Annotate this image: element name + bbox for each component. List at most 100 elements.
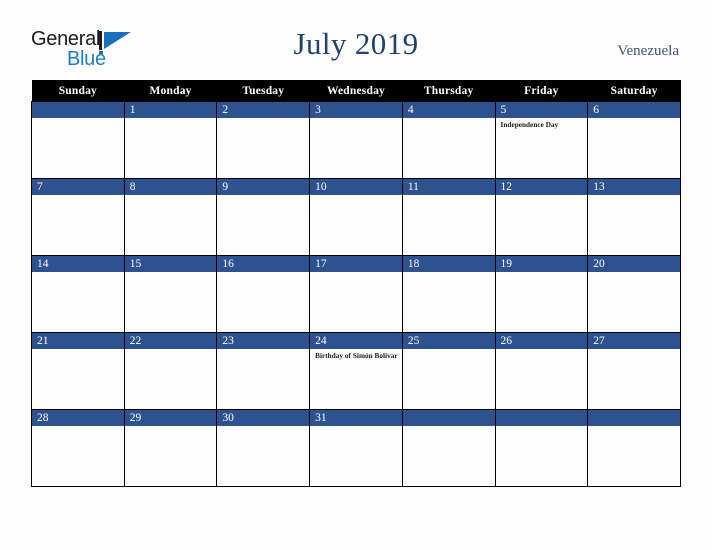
day-cell-content: 26 <box>495 333 588 409</box>
calendar-week-row: 14 15 16 17 18 19 20 <box>31 255 681 333</box>
day-cell-content: 2 <box>217 102 310 178</box>
calendar-day-cell[interactable]: 8 <box>123 178 218 256</box>
holiday-label: Birthday of Simón Bolívar <box>315 352 398 360</box>
calendar-day-cell[interactable]: 14 <box>31 255 125 333</box>
day-number: 10 <box>310 179 402 195</box>
day-number <box>32 102 124 118</box>
day-cell-content: 7 <box>32 179 124 255</box>
calendar-day-cell[interactable]: 9 <box>216 178 311 256</box>
day-number: 26 <box>495 333 588 349</box>
region-label: Venezuela <box>617 43 679 59</box>
day-cell-content: 16 <box>217 256 310 332</box>
calendar-day-cell[interactable]: 5 Independence Day <box>494 101 589 179</box>
holiday-label: Independence Day <box>500 121 559 129</box>
calendar-page: General Blue July 2019 Venezuela Sunday … <box>0 0 712 550</box>
day-number: 15 <box>124 256 217 272</box>
day-cell-content: 15 <box>124 256 217 332</box>
calendar-day-cell[interactable]: 15 <box>123 255 218 333</box>
day-number: 4 <box>402 102 495 118</box>
day-number: 6 <box>588 102 680 118</box>
calendar-empty-cell[interactable] <box>494 409 589 487</box>
day-cell-content: 11 <box>402 179 495 255</box>
calendar-day-cell[interactable]: 6 <box>587 101 681 179</box>
calendar-day-cell[interactable]: 28 <box>31 409 125 487</box>
day-number: 24 <box>310 333 402 349</box>
day-events: Independence Day <box>496 118 588 130</box>
calendar-day-cell[interactable]: 12 <box>494 178 589 256</box>
day-number: 7 <box>32 179 124 195</box>
day-cell-content: 22 <box>124 333 217 409</box>
calendar-day-cell[interactable]: 18 <box>401 255 496 333</box>
day-number: 20 <box>588 256 680 272</box>
day-cell-content: 18 <box>402 256 495 332</box>
day-cell-content: 4 <box>402 102 495 178</box>
weekday-header-monday: Monday <box>124 80 217 102</box>
day-number: 17 <box>310 256 402 272</box>
weekday-header-friday: Friday <box>495 80 588 102</box>
day-number: 31 <box>310 410 402 426</box>
day-cell-content: 28 <box>32 410 124 486</box>
calendar-empty-cell[interactable] <box>587 409 681 487</box>
day-cell-content: 5 Independence Day <box>495 102 588 178</box>
day-number <box>588 410 680 426</box>
page-header: General Blue July 2019 Venezuela <box>0 0 712 80</box>
day-number: 29 <box>124 410 217 426</box>
calendar-day-cell[interactable]: 31 <box>309 409 403 487</box>
day-cell-content: 31 <box>310 410 402 486</box>
calendar-day-cell[interactable]: 20 <box>587 255 681 333</box>
calendar-day-cell[interactable]: 13 <box>587 178 681 256</box>
day-cell-content: 29 <box>124 410 217 486</box>
calendar-day-cell[interactable]: 27 <box>587 332 681 410</box>
calendar-day-cell[interactable]: 3 <box>309 101 403 179</box>
calendar-day-cell[interactable]: 2 <box>216 101 311 179</box>
day-number: 18 <box>402 256 495 272</box>
weekday-header-row: Sunday Monday Tuesday Wednesday Thursday… <box>31 80 681 102</box>
calendar-day-cell[interactable]: 17 <box>309 255 403 333</box>
calendar-body: 1 2 3 4 5 Independence Day 6 7 8 9 10 11 12 13 14 15 16 1… <box>31 101 681 487</box>
day-cell-content: 14 <box>32 256 124 332</box>
calendar-day-cell[interactable]: 1 <box>123 101 218 179</box>
calendar-day-cell[interactable]: 22 <box>123 332 218 410</box>
calendar-empty-cell[interactable] <box>401 409 496 487</box>
day-cell-content: 25 <box>402 333 495 409</box>
day-number: 14 <box>32 256 124 272</box>
calendar-day-cell[interactable]: 23 <box>216 332 311 410</box>
day-cell-content: 24 Birthday of Simón Bolívar <box>310 333 402 409</box>
day-number: 21 <box>32 333 124 349</box>
day-number <box>402 410 495 426</box>
calendar-empty-cell[interactable] <box>31 101 125 179</box>
day-number: 30 <box>217 410 310 426</box>
day-cell-content: 1 <box>124 102 217 178</box>
day-cell-content <box>588 410 680 486</box>
calendar-day-cell[interactable]: 30 <box>216 409 311 487</box>
calendar-day-cell[interactable]: 4 <box>401 101 496 179</box>
day-cell-content: 21 <box>32 333 124 409</box>
calendar-day-cell[interactable]: 24 Birthday of Simón Bolívar <box>309 332 403 410</box>
day-number: 2 <box>217 102 310 118</box>
weekday-header-tuesday: Tuesday <box>216 80 310 102</box>
day-cell-content <box>495 410 588 486</box>
page-title: July 2019 <box>293 26 419 61</box>
calendar-week-row: 7 8 9 10 11 12 13 <box>31 178 681 256</box>
calendar-day-cell[interactable]: 21 <box>31 332 125 410</box>
weekday-header-thursday: Thursday <box>402 80 496 102</box>
day-cell-content: 30 <box>217 410 310 486</box>
day-number: 25 <box>402 333 495 349</box>
day-number: 9 <box>217 179 310 195</box>
day-cell-content: 17 <box>310 256 402 332</box>
calendar-day-cell[interactable]: 7 <box>31 178 125 256</box>
calendar-day-cell[interactable]: 26 <box>494 332 589 410</box>
day-number: 27 <box>588 333 680 349</box>
day-events: Birthday of Simón Bolívar <box>310 349 402 361</box>
day-number: 1 <box>124 102 217 118</box>
calendar-grid: Sunday Monday Tuesday Wednesday Thursday… <box>31 80 681 487</box>
calendar-day-cell[interactable]: 29 <box>123 409 218 487</box>
calendar-day-cell[interactable]: 10 <box>309 178 403 256</box>
calendar-day-cell[interactable]: 25 <box>401 332 496 410</box>
calendar-day-cell[interactable]: 19 <box>494 255 589 333</box>
day-number: 11 <box>402 179 495 195</box>
calendar-day-cell[interactable]: 16 <box>216 255 311 333</box>
calendar-day-cell[interactable]: 11 <box>401 178 496 256</box>
calendar-header-row: Sunday Monday Tuesday Wednesday Thursday… <box>31 80 681 102</box>
day-cell-content: 13 <box>588 179 680 255</box>
